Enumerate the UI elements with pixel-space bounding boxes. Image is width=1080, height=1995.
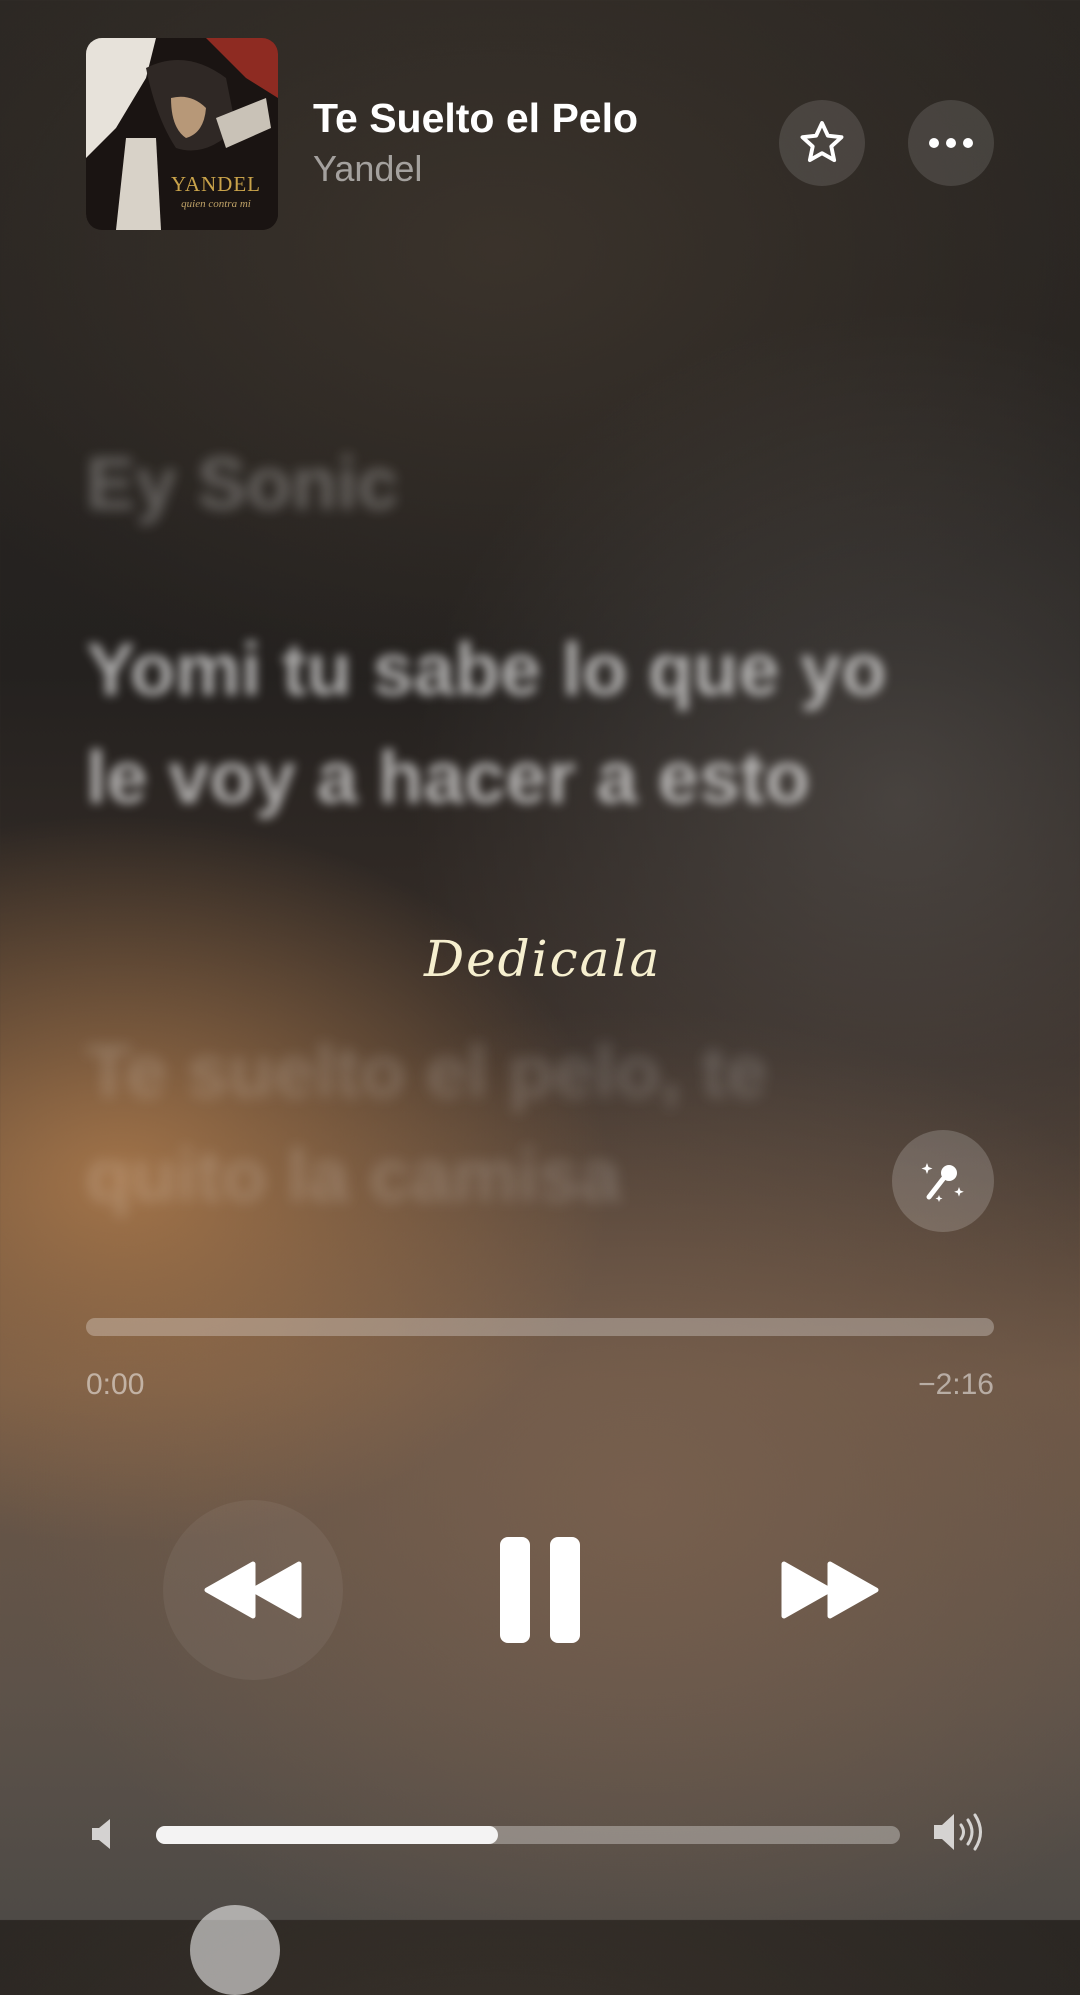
lyric-line-past[interactable]: Ey Sonic [86,440,399,529]
album-art-artist-logo: YANDEL [171,172,261,196]
star-icon [800,121,844,163]
backward-icon [204,1561,302,1619]
favorite-button[interactable] [779,100,865,186]
lyric-overlay-text: Dedicala [424,930,662,988]
forward-button[interactable] [740,1500,920,1680]
speaker-low-icon [90,1816,116,1857]
microphone-sparkle-icon [921,1163,964,1202]
elapsed-time: 0:00 [86,1368,145,1401]
song-artist[interactable]: Yandel [313,148,422,190]
remaining-time: −2:16 [918,1368,994,1401]
playback-progress-bar[interactable] [86,1318,994,1336]
lyric-line-current[interactable]: Yomi tu sabe lo que yo le voy a hacer a … [86,616,946,832]
lyric-line-next[interactable]: Te suelto el pelo, te quito la camisa [86,1020,886,1228]
rewind-button[interactable] [163,1500,343,1680]
forward-icon [781,1561,879,1619]
ellipsis-icon [929,138,973,148]
album-art[interactable]: YANDEL quien contra mi [86,38,278,230]
speaker-high-icon [932,1810,988,1859]
bottom-control-partial[interactable] [190,1905,280,1995]
pause-button[interactable] [460,1500,620,1680]
sing-along-button[interactable] [892,1130,994,1232]
volume-slider[interactable] [156,1826,900,1844]
more-options-button[interactable] [908,100,994,186]
album-art-subtitle: quien contra mi [181,198,251,210]
song-title[interactable]: Te Suelto el Pelo [313,95,638,142]
volume-slider-fill [156,1826,499,1844]
pause-icon [500,1537,580,1643]
